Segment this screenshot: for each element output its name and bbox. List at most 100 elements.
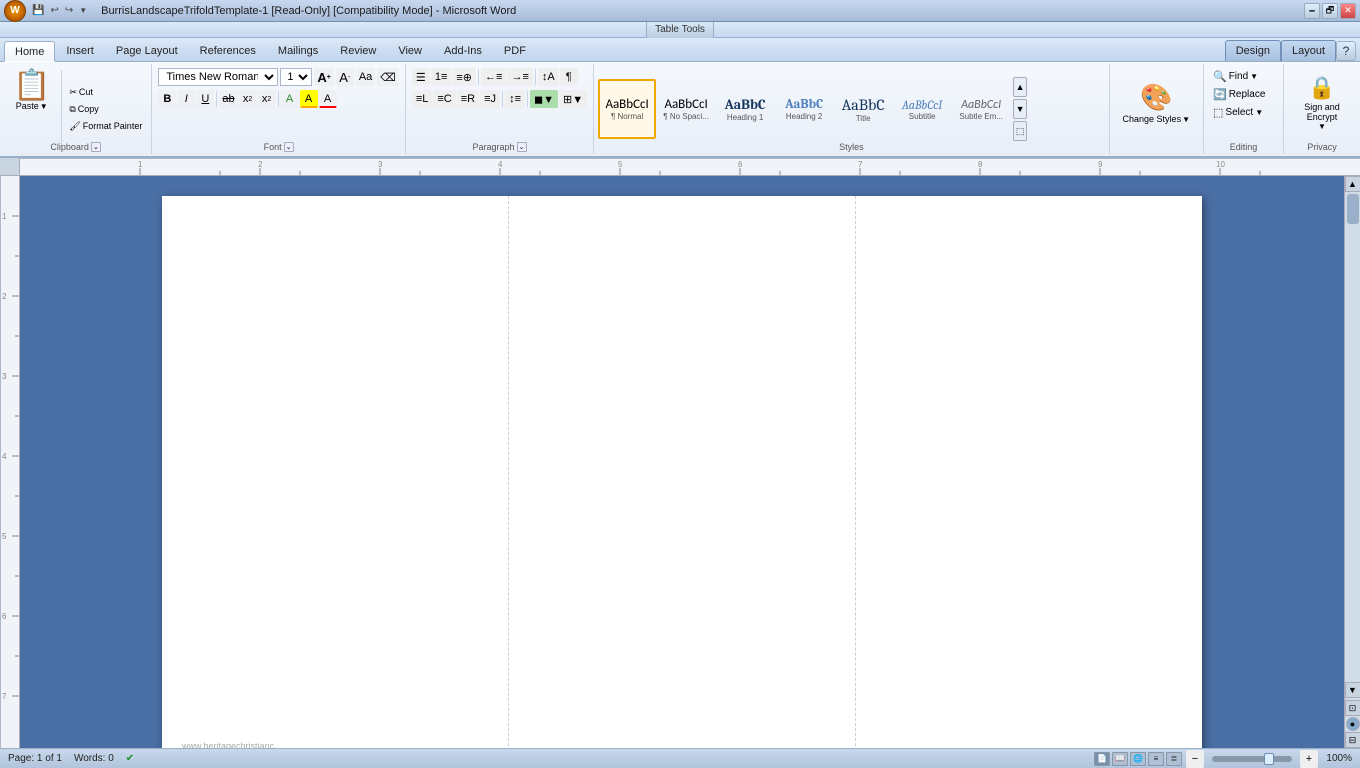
scroll-thumb[interactable] xyxy=(1347,194,1359,224)
highlight-button[interactable]: A xyxy=(300,90,318,108)
style-heading1[interactable]: AaBbC Heading 1 xyxy=(716,79,774,139)
numbering-button[interactable]: 1≡ xyxy=(431,68,452,86)
tab-review[interactable]: Review xyxy=(329,40,387,61)
cut-button[interactable]: ✂ Cut xyxy=(66,85,145,100)
select-arrow: ▼ xyxy=(1255,108,1263,117)
select-browse-button[interactable]: ● xyxy=(1346,717,1360,731)
shading-button[interactable]: ◼▼ xyxy=(530,90,558,108)
show-marks-button[interactable]: ¶ xyxy=(560,68,578,86)
clear-format-button[interactable]: ⌫ xyxy=(377,68,399,86)
undo-quick-btn[interactable]: ↩ xyxy=(48,4,60,17)
bullets-button[interactable]: ☰ xyxy=(412,68,430,86)
words-info: Words: 0 xyxy=(74,753,114,764)
sort-button[interactable]: ↕A xyxy=(538,68,559,86)
tab-addins[interactable]: Add-Ins xyxy=(433,40,493,61)
svg-text:7: 7 xyxy=(2,692,7,701)
style-no-spacing[interactable]: AaBbCcI ¶ No Spaci... xyxy=(657,79,715,139)
paste-icon: 📋 xyxy=(13,71,50,101)
superscript-button[interactable]: x2 xyxy=(258,90,276,108)
paragraph-expand-button[interactable]: ⌄ xyxy=(517,142,527,152)
style-heading2[interactable]: AaBbC Heading 2 xyxy=(775,79,833,139)
page-up-button[interactable]: ⊡ xyxy=(1345,700,1360,716)
page-columns xyxy=(162,196,1202,748)
grow-font-button[interactable]: A+ xyxy=(314,68,333,86)
styles-scroll-down[interactable]: ▼ xyxy=(1013,99,1027,119)
align-left-button[interactable]: ≡L xyxy=(412,90,433,108)
style-normal[interactable]: AaBbCcI ¶ Normal xyxy=(598,79,656,139)
shrink-font-button[interactable]: A- xyxy=(336,68,354,86)
save-quick-btn[interactable]: 💾 xyxy=(30,4,46,17)
subscript-button[interactable]: x2 xyxy=(239,90,257,108)
replace-button[interactable]: 🔄 Replace xyxy=(1210,86,1268,103)
close-button[interactable]: ✕ xyxy=(1340,3,1356,19)
clipboard-small-buttons: ✂ Cut ⧉ Copy 🖌 Format Painter xyxy=(66,68,145,150)
select-button[interactable]: ⬚ Select ▼ xyxy=(1210,104,1266,121)
draft-view-btn[interactable]: ≣ xyxy=(1166,752,1182,766)
zoom-handle[interactable] xyxy=(1264,753,1274,765)
font-name-select[interactable]: Times New Roman xyxy=(158,68,278,86)
style-subtle-em[interactable]: AaBbCcI Subtle Em... xyxy=(952,79,1010,139)
font-expand-button[interactable]: ⌄ xyxy=(284,142,294,152)
align-right-button[interactable]: ≡R xyxy=(457,90,479,108)
decrease-indent-button[interactable]: ←≡ xyxy=(481,68,506,86)
scroll-up-button[interactable]: ▲ xyxy=(1345,176,1360,192)
borders-button[interactable]: ⊞▼ xyxy=(559,90,587,108)
redo-quick-btn[interactable]: ↪ xyxy=(63,4,75,17)
line-spacing-button[interactable]: ↕≡ xyxy=(505,90,525,108)
outline-view-btn[interactable]: ≡ xyxy=(1148,752,1164,766)
scroll-track[interactable] xyxy=(1345,192,1360,682)
increase-indent-button[interactable]: →≡ xyxy=(507,68,532,86)
zoom-in-button[interactable]: + xyxy=(1300,750,1318,768)
italic-button[interactable]: I xyxy=(177,90,195,108)
tab-layout[interactable]: Layout xyxy=(1281,40,1336,61)
bold-button[interactable]: B xyxy=(158,90,176,108)
align-center-button[interactable]: ≡C xyxy=(433,90,455,108)
style-subtitle[interactable]: AaBbCcI Subtitle xyxy=(893,79,951,139)
tab-pagelayout[interactable]: Page Layout xyxy=(105,40,189,61)
scroll-down-button[interactable]: ▼ xyxy=(1345,682,1360,698)
zoom-slider[interactable] xyxy=(1212,756,1292,762)
help-button[interactable]: ? xyxy=(1336,41,1356,61)
ruler-corner xyxy=(0,158,20,176)
font-group-footer: Font ⌄ xyxy=(152,142,405,152)
paragraph-group-content: ☰ 1≡ ≡⊕ ←≡ →≡ ↕A ¶ ≡L ≡C ≡R ≡J ↕≡ ◼▼ ⊞▼ xyxy=(412,68,587,150)
full-reading-view-btn[interactable]: 📖 xyxy=(1112,752,1128,766)
format-painter-button[interactable]: 🖌 Format Painter xyxy=(66,119,145,134)
underline-button[interactable]: U xyxy=(196,90,214,108)
multilevel-button[interactable]: ≡⊕ xyxy=(452,68,476,86)
svg-text:9: 9 xyxy=(1098,160,1103,169)
font-color-button[interactable]: A xyxy=(319,90,337,108)
styles-expand[interactable]: ⬚ xyxy=(1013,121,1027,141)
find-button[interactable]: 🔍 Find ▼ xyxy=(1210,68,1261,85)
office-button[interactable]: W xyxy=(4,0,26,22)
web-layout-view-btn[interactable]: 🌐 xyxy=(1130,752,1146,766)
paste-button[interactable]: 📋 Paste ▼ xyxy=(6,68,57,150)
styles-scroll-up[interactable]: ▲ xyxy=(1013,77,1027,97)
print-layout-view-btn[interactable]: 📄 xyxy=(1094,752,1110,766)
change-styles-button[interactable]: 🎨 Change Styles ▼ xyxy=(1116,68,1197,138)
tab-home[interactable]: Home xyxy=(4,41,55,62)
tab-mailings[interactable]: Mailings xyxy=(267,40,329,61)
tab-view[interactable]: View xyxy=(387,40,433,61)
tab-insert[interactable]: Insert xyxy=(55,40,105,61)
change-case-button[interactable]: Aa xyxy=(356,68,375,86)
font-size-select[interactable]: 11 xyxy=(280,68,312,86)
minimize-button[interactable]: 🗕 xyxy=(1304,3,1320,19)
select-label: Select xyxy=(1225,107,1253,118)
customize-quick-btn[interactable]: ▼ xyxy=(77,5,89,16)
copy-button[interactable]: ⧉ Copy xyxy=(66,102,145,117)
zoom-out-button[interactable]: − xyxy=(1186,750,1204,768)
clipboard-expand-button[interactable]: ⌄ xyxy=(91,142,101,152)
page-down-button[interactable]: ⊟ xyxy=(1345,732,1360,748)
text-effects-button[interactable]: A xyxy=(281,90,299,108)
tab-references[interactable]: References xyxy=(189,40,267,61)
justify-button[interactable]: ≡J xyxy=(480,90,500,108)
tab-pdf[interactable]: PDF xyxy=(493,40,537,61)
page-column-1 xyxy=(162,196,509,748)
sign-encrypt-button[interactable]: 🔒 Sign and Encrypt ▼ xyxy=(1290,68,1354,138)
tab-design[interactable]: Design xyxy=(1225,40,1281,61)
style-title[interactable]: AaBbC Title xyxy=(834,79,892,139)
strikethrough-button[interactable]: ab xyxy=(219,90,237,108)
restore-button[interactable]: 🗗 xyxy=(1322,3,1338,19)
horizontal-ruler: 1 2 3 4 5 6 7 8 xyxy=(20,158,1360,176)
